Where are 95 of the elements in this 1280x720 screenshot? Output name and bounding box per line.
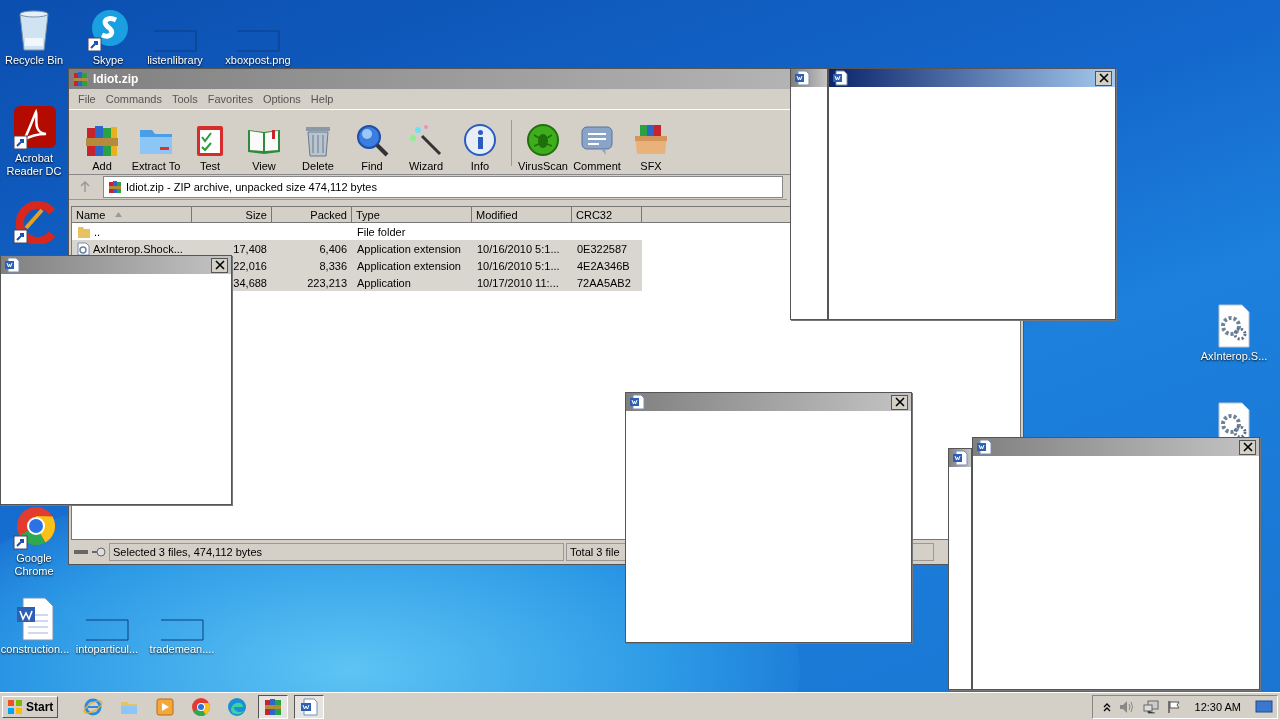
table-cell: ..	[72, 223, 192, 240]
chevron-up-icon[interactable]	[1102, 701, 1111, 712]
table-cell-text: 4E2A346B	[576, 258, 631, 274]
blank-thumbnail-icon	[153, 30, 197, 52]
toolbar-button[interactable]: Wizard	[399, 122, 453, 172]
archive-icon	[108, 180, 122, 194]
close-button[interactable]	[211, 257, 228, 273]
drive-key-icon	[73, 546, 107, 558]
status-text: Selected 3 files, 474,112 bytes	[109, 543, 564, 561]
toolbar-button[interactable]: Info	[453, 122, 507, 172]
toolbar-button[interactable]: Extract To	[129, 122, 183, 172]
taskbar-button[interactable]	[258, 694, 289, 719]
column-header[interactable]: Type	[352, 207, 472, 223]
menu-item[interactable]: Options	[257, 93, 306, 105]
table-cell-text: 10/16/2010 5:1...	[476, 241, 561, 257]
skype-icon	[86, 8, 130, 52]
close-button[interactable]	[1239, 439, 1256, 455]
table-cell-text: 22,016	[232, 258, 268, 274]
magic-wand-icon	[408, 122, 444, 158]
sort-arrow-icon	[115, 212, 123, 217]
bug-icon	[525, 122, 561, 158]
toolbar-button[interactable]: Delete	[291, 122, 345, 172]
column-header[interactable]: Name	[72, 207, 192, 223]
chrome-icon	[191, 696, 212, 717]
column-header[interactable]: CRC32	[572, 207, 642, 223]
folder-icon	[77, 224, 91, 239]
clock[interactable]: 12:30 AM	[1194, 700, 1241, 713]
desktop-icon-label[interactable]: Skype	[92, 54, 124, 67]
file-row[interactable]: .. File folder	[72, 223, 642, 240]
taskbar-button[interactable]	[294, 694, 325, 719]
toolbar-button[interactable]: View	[237, 122, 291, 172]
toolbar-button[interactable]: Find	[345, 122, 399, 172]
blank-thumbnail-icon	[236, 30, 280, 52]
network-icon[interactable]	[1142, 699, 1159, 714]
close-icon	[894, 397, 905, 407]
window-title: Idiot.zip	[93, 72, 139, 86]
file-row[interactable]: 22,016 8,336 Application extension 10/16/2010 5:1... 4E2A346B	[232, 257, 642, 274]
close-button[interactable]	[891, 394, 908, 410]
desktop-icon-label[interactable]: AxInterop.S...	[1200, 350, 1268, 363]
books-icon	[263, 696, 284, 717]
pdf-reader-icon	[12, 106, 56, 150]
word-document-icon	[299, 696, 320, 717]
desktop-icon-label[interactable]: listenlibrary	[147, 54, 203, 67]
books-icon	[73, 71, 89, 87]
table-cell-text: 10/16/2010 5:1...	[476, 258, 561, 274]
media-player-icon	[155, 696, 176, 717]
close-icon	[1098, 73, 1109, 83]
start-button[interactable]: Start	[2, 695, 59, 718]
blank-thumbnail-icon	[85, 619, 129, 641]
column-header[interactable]: Modified	[472, 207, 572, 223]
close-icon	[214, 260, 225, 270]
toolbar-button[interactable]: SFX	[624, 122, 678, 172]
menu-item[interactable]: File	[73, 93, 101, 105]
edge-icon	[227, 696, 248, 717]
table-cell: AxInterop.Shock...	[72, 240, 192, 257]
menu-item[interactable]: Help	[305, 93, 339, 105]
table-cell-text: 17,408	[232, 241, 268, 257]
windows-logo-icon	[7, 698, 23, 715]
table-cell-text: 10/17/2010 11:...	[476, 275, 560, 291]
file-row[interactable]: 34,688 223,213 Application 10/17/2010 11:... 72AA5AB2	[232, 274, 642, 291]
desktop-icon-label[interactable]: Acrobat Reader DC	[2, 152, 66, 178]
close-icon	[1242, 442, 1253, 452]
address-field[interactable]: Idiot.zip - ZIP archive, unpacked size 474,112 bytes	[103, 176, 783, 198]
toolbar-button[interactable]: Add	[75, 122, 129, 172]
blank-thumbnail-icon	[160, 619, 204, 641]
table-cell-text: 223,213	[306, 275, 348, 291]
desktop-icon-label[interactable]: xboxpost.png	[225, 54, 291, 67]
file-row[interactable]: AxInterop.Shock... 17,408 6,406 Application extension 10/16/2010 5:1... 0E322587	[72, 240, 642, 257]
column-header[interactable]: Packed	[272, 207, 352, 223]
broom-icon	[12, 200, 56, 244]
table-cell-text: Application	[356, 275, 412, 291]
table-cell-text: 72AA5AB2	[576, 275, 632, 291]
search-icon	[354, 122, 390, 158]
desktop-icon-label[interactable]: Recycle Bin	[4, 54, 64, 67]
table-cell-text: 8,336	[318, 258, 348, 274]
show-desktop-icon[interactable]	[1255, 698, 1273, 715]
table-cell-text: 34,688	[232, 275, 268, 291]
flag-icon[interactable]	[1166, 699, 1181, 714]
menu-item[interactable]: Commands	[100, 93, 167, 105]
table-cell-text: 0E322587	[576, 241, 629, 257]
menu-item[interactable]: Tools	[167, 93, 203, 105]
menu-item[interactable]: Favorites	[202, 93, 258, 105]
table-cell-text: File folder	[356, 224, 407, 240]
table-cell-text: 6,406	[318, 241, 348, 257]
browser-e-icon	[83, 696, 104, 717]
table-cell-text: Application extension	[356, 241, 462, 257]
table-cell-text: Application extension	[356, 258, 462, 274]
info-icon	[462, 122, 498, 158]
desktop-icon-label[interactable]: Google Chrome	[2, 552, 66, 578]
column-header[interactable]: Size	[192, 207, 272, 223]
up-arrow-icon	[79, 181, 91, 193]
toolbar-button[interactable]: VirusScan	[516, 122, 570, 172]
toolbar-button[interactable]: Comment	[570, 122, 624, 172]
close-button[interactable]	[1095, 70, 1112, 86]
toolbar-button[interactable]: Test	[183, 122, 237, 172]
